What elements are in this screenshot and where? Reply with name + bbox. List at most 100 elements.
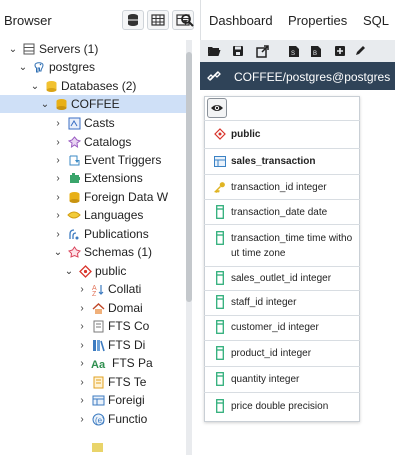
- chevron-right-icon[interactable]: ›: [77, 395, 87, 406]
- tree-node-servers[interactable]: ⌄ Servers (1): [8, 40, 99, 58]
- tree-node-extensions[interactable]: › Extensions: [53, 169, 142, 187]
- chevron-right-icon[interactable]: ›: [77, 377, 87, 388]
- event-trigger-icon: [67, 153, 81, 167]
- column-icon: [214, 320, 226, 334]
- erd-table-row: sales_transaction: [204, 151, 360, 171]
- tree-node-fts-configurations[interactable]: › FTS Co: [77, 317, 149, 335]
- column-icon: [214, 399, 226, 413]
- erd-column-row: quantity integer: [204, 369, 360, 389]
- chevron-right-icon[interactable]: ›: [53, 192, 63, 203]
- add-table-button[interactable]: [330, 42, 350, 60]
- tree-node-label: Functio: [108, 412, 148, 426]
- tree-node-label: postgres: [49, 60, 96, 74]
- schema-diamond-icon: [78, 264, 92, 278]
- fts-template-icon: [91, 375, 105, 389]
- tree-node-schemas[interactable]: ⌄ Schemas (1): [53, 243, 152, 261]
- erd-column-row: sales_outlet_id integer: [204, 268, 360, 288]
- tab-sql[interactable]: SQL: [363, 13, 389, 28]
- schemas-icon: [67, 245, 81, 259]
- erd-column-label: transaction_time time without time zone: [231, 233, 353, 259]
- query-tool-button[interactable]: [122, 10, 144, 30]
- chevron-down-icon[interactable]: ⌄: [8, 44, 18, 55]
- download-image-button[interactable]: B: [306, 42, 326, 60]
- tree-node-label: Servers (1): [39, 42, 99, 56]
- chevron-right-icon[interactable]: ›: [77, 303, 87, 314]
- chevron-right-icon[interactable]: ›: [53, 229, 63, 240]
- tree-node-label: FTS Pa: [112, 356, 153, 370]
- chevron-right-icon[interactable]: ›: [53, 137, 63, 148]
- svg-text:(e): (e): [95, 416, 105, 425]
- databases-icon: [44, 79, 58, 93]
- erd-column-label: transaction_date date: [231, 206, 328, 218]
- tree-node-database-coffee[interactable]: ⌄ COFFEE: [0, 95, 186, 113]
- materialized-view-icon: [90, 440, 104, 454]
- save-button[interactable]: [228, 42, 248, 60]
- svg-text:Aa: Aa: [91, 359, 106, 370]
- domains-icon: [91, 301, 105, 315]
- chevron-right-icon[interactable]: ›: [53, 118, 63, 129]
- search-objects-button[interactable]: [176, 10, 198, 30]
- chevron-right-icon[interactable]: ›: [77, 340, 87, 351]
- tree-node-foreign-data-wrappers[interactable]: › Foreign Data W: [53, 188, 168, 206]
- divider: [204, 224, 360, 225]
- tree-node-catalogs[interactable]: › Catalogs: [53, 133, 131, 151]
- link-icon: [206, 68, 222, 84]
- tree-node-partial: [90, 438, 107, 455]
- view-data-button[interactable]: [147, 10, 169, 30]
- image-file-icon: B: [311, 45, 321, 57]
- tree-node-databases[interactable]: ⌄ Databases (2): [30, 77, 137, 95]
- tree-node-functions[interactable]: › (e) Functio: [77, 410, 147, 428]
- database-icon: [128, 14, 138, 26]
- tab-properties[interactable]: Properties: [288, 13, 347, 28]
- divider: [204, 366, 360, 367]
- chevron-right-icon[interactable]: ›: [53, 155, 63, 166]
- erd-column-row: transaction_id integer: [204, 177, 360, 197]
- chevron-down-icon[interactable]: ⌄: [53, 247, 63, 258]
- tree-node-label: Event Triggers: [84, 153, 162, 167]
- open-file-button[interactable]: [204, 42, 224, 60]
- export-button[interactable]: [252, 42, 272, 60]
- tree-node-fts-parsers[interactable]: › Aa FTS Pa: [77, 354, 153, 372]
- edit-table-button[interactable]: [350, 42, 370, 60]
- tree-node-schema-public[interactable]: ⌄ public: [64, 262, 127, 280]
- chevron-right-icon[interactable]: ›: [77, 321, 87, 332]
- languages-icon: [67, 208, 81, 222]
- functions-icon: (e): [91, 412, 105, 426]
- tree-node-domains[interactable]: › Domai: [77, 299, 142, 317]
- database-icon: [54, 97, 68, 111]
- chevron-right-icon[interactable]: ›: [77, 414, 87, 425]
- tree-node-label: FTS Te: [108, 375, 147, 389]
- chevron-down-icon[interactable]: ⌄: [40, 99, 50, 110]
- share-icon: [255, 44, 269, 58]
- chevron-right-icon[interactable]: ›: [77, 284, 87, 295]
- table-grid-icon: [151, 14, 165, 26]
- tab-dashboard[interactable]: Dashboard: [209, 13, 273, 28]
- chevron-down-icon[interactable]: ⌄: [30, 81, 40, 92]
- chevron-down-icon[interactable]: ⌄: [18, 62, 28, 73]
- generate-sql-button[interactable]: S: [284, 42, 304, 60]
- tree-node-collations[interactable]: › AZ Collati: [77, 280, 141, 298]
- tree-node-label: FTS Di: [108, 338, 146, 352]
- tree-node-foreign-tables[interactable]: › Foreigi: [77, 391, 144, 409]
- tree-node-fts-templates[interactable]: › FTS Te: [77, 373, 146, 391]
- tree-node-event-triggers[interactable]: › Event Triggers: [53, 151, 161, 169]
- tree-node-label: public: [95, 264, 127, 278]
- main-tabs: Dashboard Properties SQL: [200, 0, 395, 40]
- toggle-details-button[interactable]: [207, 98, 227, 118]
- tree-node-casts[interactable]: › Casts: [53, 114, 114, 132]
- tree-node-label: Publications: [84, 227, 149, 241]
- tree-scrollbar-thumb[interactable]: [186, 52, 192, 302]
- chevron-right-icon[interactable]: ›: [77, 358, 87, 369]
- primary-key-icon: [214, 180, 226, 194]
- fts-parser-icon: Aa: [91, 356, 109, 370]
- tree-node-server-postgres[interactable]: ⌄ postgres: [18, 58, 95, 76]
- chevron-down-icon[interactable]: ⌄: [64, 266, 74, 277]
- tree-node-publications[interactable]: › Publications: [53, 225, 149, 243]
- tree-node-label: Foreign Data W: [84, 190, 169, 204]
- plus-square-icon: [335, 46, 345, 56]
- tree-node-fts-dictionaries[interactable]: › FTS Di: [77, 336, 145, 354]
- tree-node-languages[interactable]: › Languages: [53, 206, 143, 224]
- erd-column-row: staff_id integer: [204, 292, 360, 312]
- chevron-right-icon[interactable]: ›: [53, 210, 63, 221]
- chevron-right-icon[interactable]: ›: [53, 173, 63, 184]
